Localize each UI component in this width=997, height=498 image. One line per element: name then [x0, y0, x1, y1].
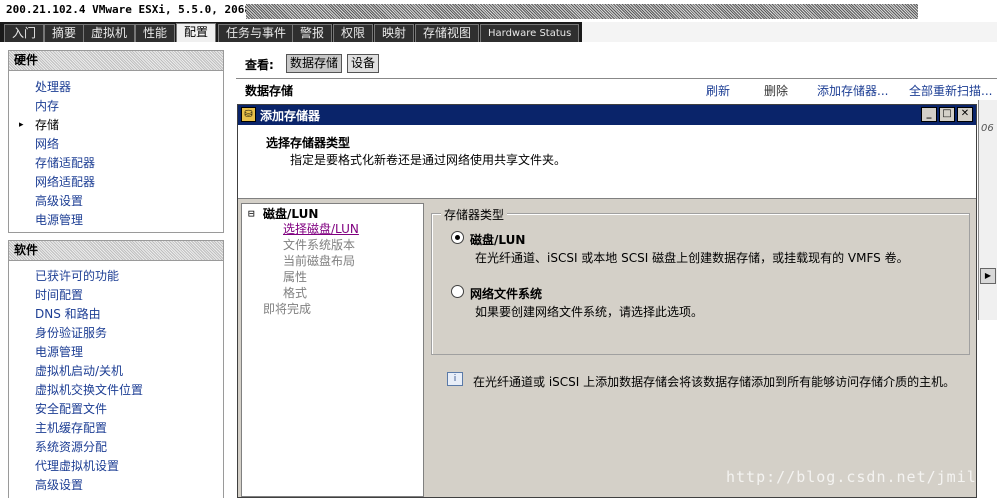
- software-item-system-resource-allocation[interactable]: 系统资源分配: [9, 438, 223, 457]
- nfs-option-label[interactable]: 网络文件系统: [470, 285, 542, 302]
- disk-lun-option-label[interactable]: 磁盘/LUN: [470, 231, 525, 248]
- storage-type-panel: 存储器类型 磁盘/LUN 在光纤通道、iSCSI 或本地 SCSI 磁盘上创建数…: [425, 201, 976, 497]
- hardware-item-storage[interactable]: ▸ 存储: [9, 116, 223, 135]
- hardware-item-network-adapters[interactable]: 网络适配器: [9, 173, 223, 192]
- title-dither-pattern: [246, 4, 918, 19]
- software-item-vm-startup-shutdown[interactable]: 虚拟机启动/关机: [9, 362, 223, 381]
- step-description: 指定是要格式化新卷还是通过网络使用共享文件夹。: [290, 153, 567, 167]
- close-button[interactable]: ✕: [957, 107, 973, 122]
- software-item-security-profile[interactable]: 安全配置文件: [9, 400, 223, 419]
- dialog-title: 添加存储器: [260, 109, 321, 123]
- tab-maps[interactable]: 映射: [374, 24, 415, 42]
- software-item-vm-swapfile-location[interactable]: 虚拟机交换文件位置: [9, 381, 223, 400]
- tab-summary[interactable]: 摘要: [44, 24, 85, 42]
- storage-type-legend: 存储器类型: [441, 206, 508, 223]
- software-item-licensed-features[interactable]: 已获许可的功能: [9, 267, 223, 286]
- delete-link[interactable]: 删除: [764, 82, 788, 99]
- nfs-radio[interactable]: [451, 285, 464, 298]
- minimize-button[interactable]: _: [921, 107, 937, 122]
- datastore-section-bar: 数据存储 刷新 删除 添加存储器... 全部重新扫描...: [236, 78, 997, 100]
- tab-strip: 入门 摘要 虚拟机 性能 配置 任务与事件 警报 权限 映射 存储视图 Hard…: [0, 22, 997, 42]
- current-item-arrow-icon: ▸: [19, 120, 24, 130]
- view-label: 查看:: [245, 58, 274, 72]
- software-item-auth-services[interactable]: 身份验证服务: [9, 324, 223, 343]
- tab-getting-started[interactable]: 入门: [4, 24, 45, 42]
- disk-lun-radio[interactable]: [451, 231, 464, 244]
- tab-hardware-status[interactable]: Hardware Status: [480, 24, 580, 42]
- view-datastores-button[interactable]: 数据存储: [286, 54, 343, 73]
- tab-configuration[interactable]: 配置: [176, 23, 217, 42]
- hardware-item-advanced-settings[interactable]: 高级设置: [9, 192, 223, 211]
- software-panel-title: 软件: [9, 241, 223, 261]
- rescan-all-link[interactable]: 全部重新扫描...: [909, 82, 992, 99]
- wizard-steps-panel: ⊟ 磁盘/LUN 选择磁盘/LUN 文件系统版本 当前磁盘布局 属性 格式 即将…: [241, 203, 424, 497]
- step-properties: 属性: [283, 270, 308, 284]
- window-title-bar: 200.21.102.4 VMware ESXi, 5.5.0, 2068190: [0, 0, 997, 22]
- disk-lun-option-desc: 在光纤通道、iSCSI 或本地 SCSI 磁盘上创建数据存储，或挂载现有的 VM…: [475, 251, 909, 265]
- software-item-power-management[interactable]: 电源管理: [9, 343, 223, 362]
- tab-alarms[interactable]: 警报: [292, 24, 333, 42]
- software-item-advanced-settings[interactable]: 高级设置: [9, 476, 223, 495]
- tab-strip-filler: [582, 22, 997, 42]
- step-ready-to-complete: 即将完成: [263, 302, 312, 316]
- hardware-panel: 硬件 处理器 内存 ▸ 存储 网络 存储适配器 网络适配器 高级设置 电源管理: [8, 50, 224, 233]
- tab-storage-views[interactable]: 存储视图: [415, 24, 480, 42]
- step-file-system-version: 文件系统版本: [283, 238, 356, 252]
- step-format: 格式: [283, 286, 308, 300]
- maximize-button[interactable]: □: [939, 107, 955, 122]
- software-panel: 软件 已获许可的功能 时间配置 DNS 和路由 身份验证服务 电源管理 虚拟机启…: [8, 240, 224, 498]
- hardware-item-memory[interactable]: 内存: [9, 97, 223, 116]
- hardware-item-networking[interactable]: 网络: [9, 135, 223, 154]
- tab-vms[interactable]: 虚拟机: [83, 24, 136, 42]
- tab-permissions[interactable]: 权限: [333, 24, 374, 42]
- dialog-header: 选择存储器类型 指定是要格式化新卷还是通过网络使用共享文件夹。: [238, 125, 976, 199]
- refresh-link[interactable]: 刷新: [706, 82, 730, 99]
- background-list-edge: 06 ▶: [978, 100, 997, 320]
- step-current-disk-layout: 当前磁盘布局: [283, 254, 356, 268]
- datastore-section-title: 数据存储: [245, 84, 294, 98]
- tab-tasks-events[interactable]: 任务与事件: [218, 24, 295, 42]
- scroll-right-button[interactable]: ▶: [980, 268, 996, 284]
- software-item-time-config[interactable]: 时间配置: [9, 286, 223, 305]
- dialog-title-bar[interactable]: ⛁ 添加存储器 _ □ ✕: [238, 105, 976, 125]
- list-fragment-text: 06: [981, 123, 994, 134]
- view-devices-button[interactable]: 设备: [347, 54, 380, 73]
- hardware-item-processors[interactable]: 处理器: [9, 78, 223, 97]
- hardware-item-storage-label: 存储: [35, 118, 60, 132]
- nfs-option-desc: 如果要创建网络文件系统，请选择此选项。: [475, 305, 704, 319]
- storage-wizard-icon: ⛁: [241, 107, 256, 122]
- info-message: 在光纤通道或 iSCSI 上添加数据存储会将该数据存储添加到所有能够访问存储介质…: [473, 375, 956, 389]
- host-title: 200.21.102.4 VMware ESXi, 5.5.0, 2068190: [6, 3, 271, 16]
- watermark: http://blog.csdn.net/jmilk: [726, 468, 987, 486]
- add-storage-dialog: ⛁ 添加存储器 _ □ ✕ 选择存储器类型 指定是要格式化新卷还是通过网络使用共…: [237, 104, 977, 498]
- info-icon: i: [447, 372, 463, 386]
- add-storage-link[interactable]: 添加存储器...: [817, 82, 888, 99]
- step-title: 选择存储器类型: [266, 136, 351, 150]
- step-select-disk-lun[interactable]: 选择磁盘/LUN: [283, 220, 359, 237]
- hardware-item-storage-adapters[interactable]: 存储适配器: [9, 154, 223, 173]
- software-item-agent-vm-settings[interactable]: 代理虚拟机设置: [9, 457, 223, 476]
- software-item-dns-routing[interactable]: DNS 和路由: [9, 305, 223, 324]
- collapse-icon[interactable]: ⊟: [248, 207, 255, 220]
- hardware-panel-title: 硬件: [9, 51, 223, 71]
- storage-type-group: 存储器类型 磁盘/LUN 在光纤通道、iSCSI 或本地 SCSI 磁盘上创建数…: [431, 206, 970, 355]
- hardware-item-power-management[interactable]: 电源管理: [9, 211, 223, 230]
- software-item-host-cache-config[interactable]: 主机缓存配置: [9, 419, 223, 438]
- tab-performance[interactable]: 性能: [135, 24, 176, 42]
